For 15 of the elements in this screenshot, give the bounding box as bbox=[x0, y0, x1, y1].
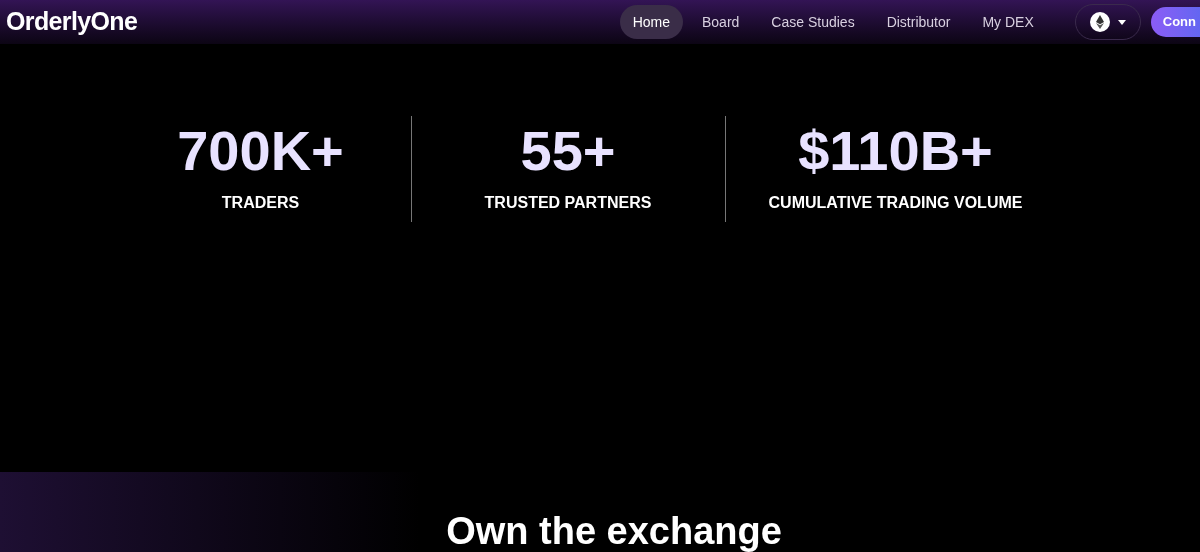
stat-value: 700K+ bbox=[177, 123, 344, 179]
nav-tab[interactable]: Home bbox=[619, 5, 683, 39]
stat-value: $110B+ bbox=[798, 123, 993, 179]
stat-value: 55+ bbox=[520, 123, 616, 179]
nav-tab[interactable]: Distributor bbox=[873, 5, 964, 39]
nav-tab[interactable]: Case Studies bbox=[758, 5, 868, 39]
caret-icon bbox=[1117, 19, 1126, 25]
stat-label: CUMULATIVE TRADING VOLUME bbox=[768, 193, 1023, 213]
logo[interactable]: OrderlyOne bbox=[6, 3, 138, 41]
nav-tab[interactable]: Board bbox=[689, 5, 753, 39]
stat-label: TRUSTED PARTNERS bbox=[484, 193, 652, 213]
connect-button[interactable]: Conn bbox=[1150, 7, 1200, 37]
section-heading: Own the exchange bbox=[445, 510, 783, 552]
nav-tab[interactable]: My DEX bbox=[969, 5, 1047, 39]
stat-label: TRADERS bbox=[221, 193, 300, 213]
